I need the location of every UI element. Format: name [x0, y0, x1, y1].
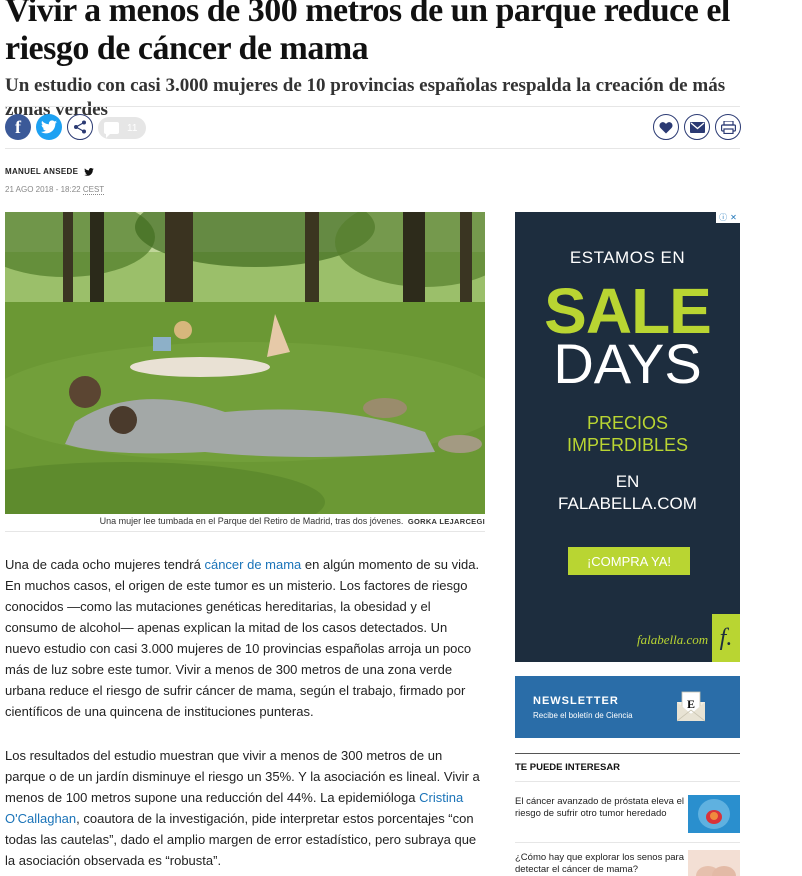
article-paragraph: Los resultados del estudio muestran que … [5, 748, 480, 868]
share-icon [74, 120, 86, 134]
newsletter-banner[interactable]: NEWSLETTER Recibe el boletín de Ciencia … [515, 676, 740, 738]
publish-date: 21 AGO 2018 - 18:22 CEST [5, 185, 105, 195]
twitter-icon [41, 120, 57, 134]
ad-days-text: DAYS [553, 332, 702, 395]
cancer-de-mama-link[interactable]: cáncer de mama [204, 557, 301, 572]
photo-credit: GORKA LEJARCEGI [407, 517, 485, 526]
twitter-share-button[interactable] [36, 114, 62, 140]
comment-icon [104, 122, 119, 138]
related-section-title: TE PUEDE INTERESAR [515, 762, 621, 773]
comments-button[interactable]: 11 [98, 117, 146, 139]
newsletter-subtitle: Recibe el boletín de Ciencia [533, 711, 633, 720]
article-headline: Vivir a menos de 300 metros de un parque… [5, 0, 730, 67]
share-button[interactable] [67, 114, 93, 140]
ad-brand-name: falabella.com [637, 632, 709, 647]
divider [5, 106, 740, 107]
photo-caption: Una mujer lee tumbada en el Parque del R… [99, 516, 485, 526]
byline: MANUEL ANSEDE [5, 167, 95, 176]
share-bar: f 11 [5, 114, 741, 142]
article-paragraph: Una de cada ocho mujeres tendrá cáncer d… [5, 557, 480, 719]
ad-precios-text: PRECIOS IMPERDIBLES [566, 413, 689, 455]
ad-info-icon[interactable]: ⓘ [719, 212, 727, 223]
ad-store-text: EN FALABELLA.COM [558, 472, 697, 513]
comment-count: 11 [127, 122, 138, 134]
ad-close-icon[interactable]: ✕ [730, 213, 737, 222]
article-photo[interactable] [5, 212, 485, 514]
divider [515, 753, 740, 754]
newsletter-title: NEWSLETTER [533, 695, 619, 707]
falabella-logo: f. [712, 614, 740, 662]
divider [515, 781, 740, 782]
heart-icon [659, 121, 673, 133]
prostate-illustration [688, 795, 740, 833]
facebook-icon: f [15, 116, 21, 137]
related-article-thumbnail[interactable] [688, 850, 740, 876]
author-name[interactable]: MANUEL ANSEDE [5, 167, 78, 176]
ad-line: ESTAMOS EN [569, 248, 686, 267]
svg-text:E: E [687, 697, 695, 711]
divider [5, 531, 485, 532]
facebook-share-button[interactable]: f [5, 114, 31, 140]
print-button[interactable] [715, 114, 741, 140]
divider [515, 842, 740, 843]
related-article-thumbnail[interactable] [688, 795, 740, 833]
park-photo-illustration [5, 212, 485, 514]
envelope-icon [689, 121, 705, 133]
breast-exam-illustration [688, 850, 740, 876]
advertisement-banner[interactable]: ⓘ ✕ ESTAMOS EN SALE DAYS PRECIOS IMPERDIB… [515, 212, 740, 662]
printer-icon [720, 120, 736, 134]
twitter-icon[interactable] [84, 167, 95, 176]
newsletter-envelope-icon: E [677, 691, 705, 722]
ad-choices-badge[interactable]: ⓘ ✕ [716, 212, 740, 223]
divider [5, 148, 740, 149]
related-article-link[interactable]: ¿Cómo hay que explorar los senos para de… [515, 852, 685, 875]
timezone: CEST [82, 185, 105, 195]
email-share-button[interactable] [684, 114, 710, 140]
save-favorite-button[interactable] [653, 114, 679, 140]
ad-cta-button[interactable]: ¡COMPRA YA! [568, 547, 690, 575]
related-article-link[interactable]: El cáncer avanzado de próstata eleva el … [515, 796, 685, 819]
